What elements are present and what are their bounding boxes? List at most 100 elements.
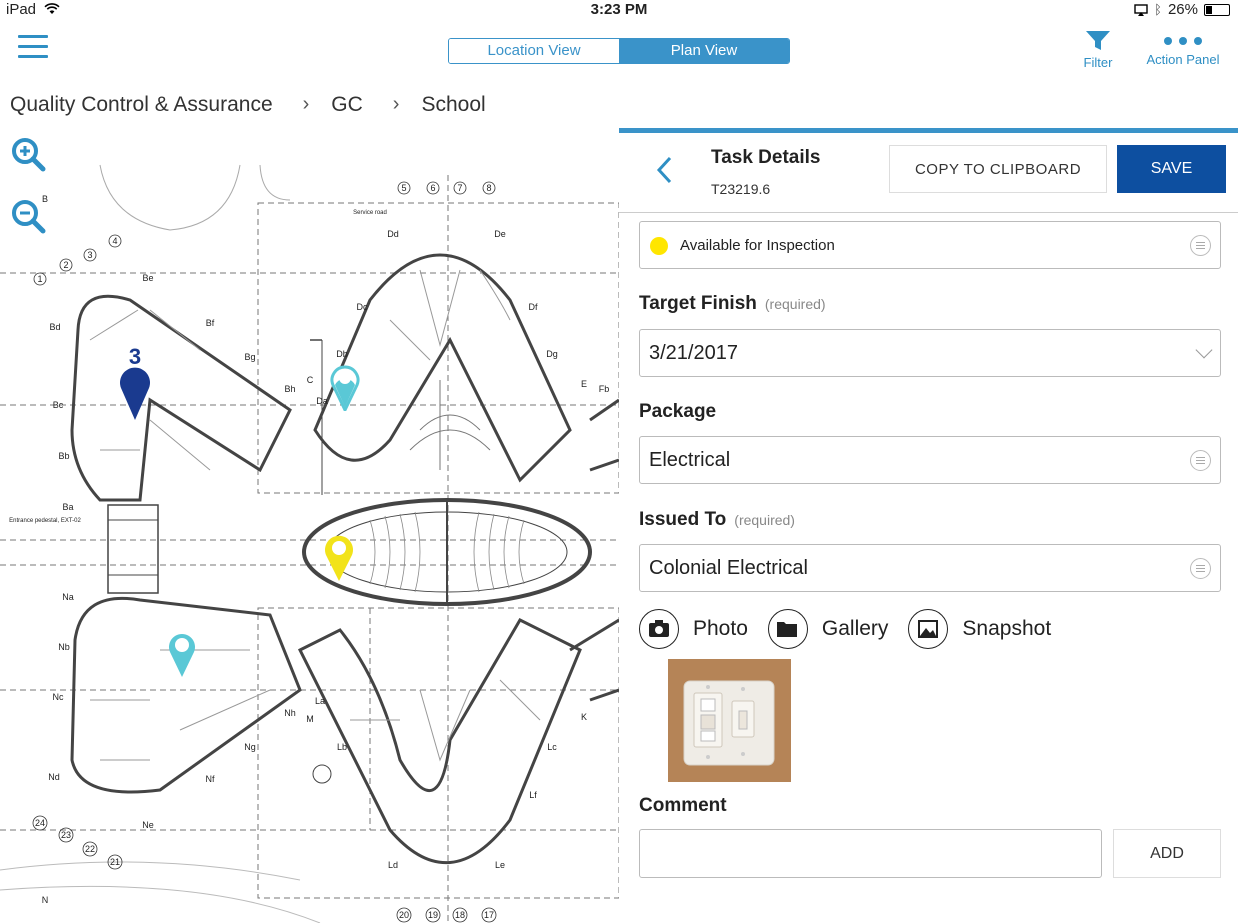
floor-plan-canvas[interactable]: 5678 20 19 18 17 1234B Be Bd Bf Bg Bc Bb Bh Ba Na… <box>0 128 619 923</box>
svg-text:Le: Le <box>495 860 505 870</box>
required-hint: (required) <box>734 512 795 528</box>
svg-text:21: 21 <box>110 857 120 867</box>
svg-text:Nc: Nc <box>53 692 64 702</box>
airplay-icon <box>1134 3 1148 16</box>
target-finish-label: Target Finish (required) <box>639 293 826 315</box>
chevron-down-icon <box>1195 341 1213 359</box>
breadcrumb-item-company[interactable]: GC <box>331 93 363 117</box>
action-panel-button[interactable]: Action Panel <box>1138 30 1228 67</box>
svg-text:2: 2 <box>63 260 68 270</box>
more-dots-icon <box>1138 30 1228 52</box>
attached-photo-thumbnail[interactable] <box>668 659 791 782</box>
issued-to-field[interactable]: Colonial Electrical <box>639 544 1221 592</box>
filter-label: Filter <box>1083 55 1113 70</box>
zoom-out-icon[interactable] <box>10 198 46 234</box>
task-pin-3[interactable]: 3 <box>117 342 153 420</box>
save-button[interactable]: SAVE <box>1117 145 1226 193</box>
breadcrumb: Quality Control & Assurance › GC › Schoo… <box>10 93 486 117</box>
svg-text:Bd: Bd <box>49 322 60 332</box>
gallery-button[interactable]: Gallery <box>767 609 889 649</box>
action-panel-label: Action Panel <box>1146 52 1220 67</box>
floor-plan-drawing: 5678 20 19 18 17 1234B BeBd BfBg BcBbBhBa Na… <box>0 164 619 923</box>
list-icon <box>1190 450 1211 471</box>
attachment-actions: Photo Gallery Snapshot <box>639 609 1071 649</box>
svg-text:Bf: Bf <box>206 318 215 328</box>
snapshot-button[interactable]: Snapshot <box>908 609 1051 649</box>
photo-button[interactable]: Photo <box>639 609 748 649</box>
bluetooth-icon: ᛒ <box>1154 2 1162 17</box>
svg-text:Entrance pedestal, EXT-02: Entrance pedestal, EXT-02 <box>9 518 81 524</box>
svg-text:Ne: Ne <box>142 820 154 830</box>
issued-to-value: Colonial Electrical <box>649 557 808 579</box>
svg-text:Ld: Ld <box>388 860 398 870</box>
view-toggle: Location View Plan View <box>448 38 790 64</box>
svg-text:Da: Da <box>316 396 328 406</box>
svg-text:La: La <box>315 696 325 706</box>
target-finish-label-text: Target Finish <box>639 293 757 314</box>
battery-percent: 26% <box>1167 1 1198 18</box>
task-title: Task Details <box>711 147 821 168</box>
breadcrumb-item-location[interactable]: School <box>421 93 485 117</box>
status-field[interactable]: Available for Inspection <box>639 221 1221 269</box>
svg-text:6: 6 <box>430 183 435 193</box>
snapshot-label: Snapshot <box>962 617 1052 640</box>
location-view-tab[interactable]: Location View <box>449 39 619 63</box>
zoom-in-icon[interactable] <box>10 136 46 172</box>
status-dot <box>650 237 668 255</box>
gallery-label: Gallery <box>821 617 889 640</box>
svg-text:Nd: Nd <box>48 772 60 782</box>
svg-text:Service road: Service road <box>353 210 387 216</box>
task-details-header: Task Details T23219.6 COPY TO CLIPBOARD … <box>619 133 1238 213</box>
svg-text:18: 18 <box>455 910 465 920</box>
svg-text:17: 17 <box>484 910 494 920</box>
status-right: ᛒ 26% <box>1134 1 1230 18</box>
svg-text:3: 3 <box>87 250 92 260</box>
menu-icon[interactable] <box>18 35 48 65</box>
svg-text:Dg: Dg <box>546 349 558 359</box>
issued-to-label-text: Issued To <box>639 509 727 530</box>
comment-input[interactable] <box>639 829 1102 878</box>
svg-text:C: C <box>307 375 314 385</box>
task-pin-teal-north[interactable] <box>329 363 361 411</box>
svg-text:Fb: Fb <box>599 384 610 394</box>
svg-text:Nf: Nf <box>206 774 215 784</box>
svg-text:Bb: Bb <box>58 451 69 461</box>
copy-to-clipboard-button[interactable]: COPY TO CLIPBOARD <box>889 145 1107 193</box>
image-icon <box>908 609 949 649</box>
plan-view-tab[interactable]: Plan View <box>619 39 789 63</box>
svg-text:Df: Df <box>529 302 538 312</box>
svg-text:Lf: Lf <box>529 790 537 800</box>
svg-text:20: 20 <box>399 910 409 920</box>
task-id: T23219.6 <box>711 181 771 197</box>
svg-text:23: 23 <box>61 830 71 840</box>
camera-icon <box>639 609 679 649</box>
list-icon <box>1190 558 1211 579</box>
svg-text:De: De <box>494 229 506 239</box>
svg-text:4: 4 <box>112 236 117 246</box>
svg-text:N: N <box>42 895 49 905</box>
filter-icon <box>1086 31 1110 50</box>
add-comment-button[interactable]: ADD <box>1113 829 1221 878</box>
clock: 3:23 PM <box>590 1 648 18</box>
task-pin-teal-south[interactable] <box>166 630 198 678</box>
back-arrow-icon[interactable] <box>655 155 675 185</box>
battery-icon <box>1204 3 1230 16</box>
light-switch-photo <box>668 659 791 782</box>
folder-icon <box>767 609 808 649</box>
chevron-right-icon: › <box>392 93 400 115</box>
pin-number: 3 <box>129 344 141 369</box>
required-hint: (required) <box>764 296 826 312</box>
svg-text:22: 22 <box>85 844 95 854</box>
svg-text:7: 7 <box>457 183 462 193</box>
task-pin-yellow[interactable] <box>322 532 356 582</box>
target-finish-value: 3/21/2017 <box>649 342 738 364</box>
svg-text:Be: Be <box>142 273 153 283</box>
package-field[interactable]: Electrical <box>639 436 1221 484</box>
list-icon <box>1190 235 1211 256</box>
svg-text:Db: Db <box>336 349 348 359</box>
chevron-right-icon: › <box>302 93 310 115</box>
photo-label: Photo <box>693 617 748 640</box>
breadcrumb-item-project[interactable]: Quality Control & Assurance <box>10 93 273 117</box>
filter-button[interactable]: Filter <box>1078 30 1118 70</box>
target-finish-field[interactable]: 3/21/2017 <box>639 329 1221 377</box>
